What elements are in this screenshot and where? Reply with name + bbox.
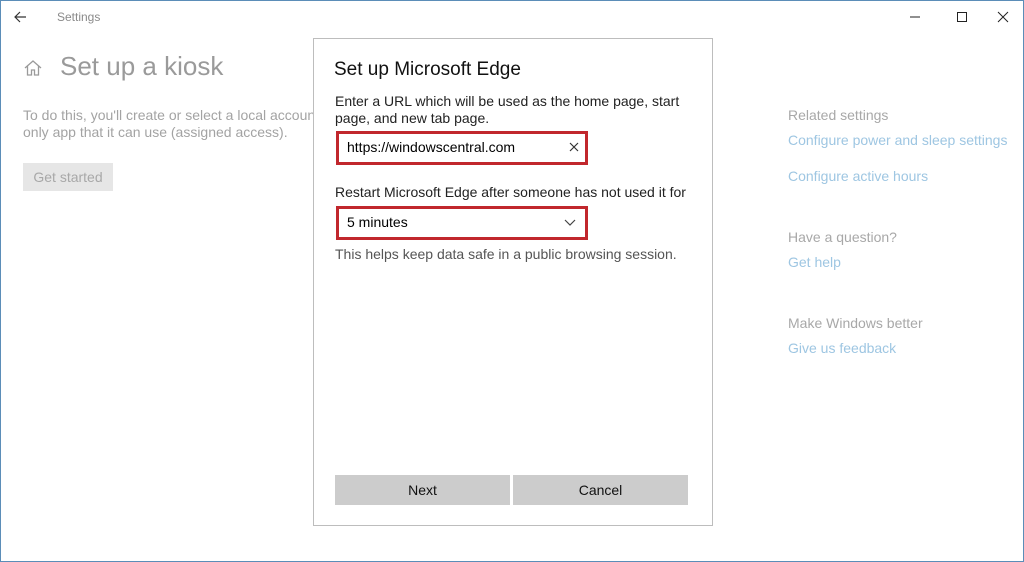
url-field-box	[336, 131, 588, 165]
get-started-button[interactable]: Get started	[23, 163, 113, 191]
back-arrow-icon	[14, 11, 26, 23]
home-icon[interactable]	[23, 59, 43, 77]
restart-time-select[interactable]: 5 minutes	[336, 206, 588, 240]
back-button[interactable]	[9, 7, 37, 27]
minimize-button[interactable]	[895, 5, 935, 29]
close-icon	[997, 11, 1009, 23]
maximize-icon	[957, 12, 967, 22]
settings-window: Settings Set up a kiosk To do this, you'…	[0, 0, 1024, 562]
next-button[interactable]: Next	[335, 475, 510, 505]
title-bar: Settings	[1, 1, 1023, 33]
power-sleep-link[interactable]: Configure power and sleep settings	[788, 132, 1007, 148]
related-settings-heading: Related settings	[788, 107, 889, 123]
restart-label: Restart Microsoft Edge after someone has…	[335, 184, 686, 200]
clear-icon[interactable]	[567, 140, 581, 154]
helper-text: This helps keep data safe in a public br…	[335, 246, 677, 262]
page-description: To do this, you'll create or select a lo…	[23, 107, 313, 141]
get-help-link[interactable]: Get help	[788, 254, 841, 270]
maximize-button[interactable]	[942, 5, 982, 29]
question-heading: Have a question?	[788, 229, 897, 245]
make-windows-better-heading: Make Windows better	[788, 315, 923, 331]
active-hours-link[interactable]: Configure active hours	[788, 168, 928, 184]
url-prompt: Enter a URL which will be used as the ho…	[335, 93, 680, 126]
cancel-button[interactable]: Cancel	[513, 475, 688, 505]
description-line: only app that it can use (assigned acces…	[23, 124, 288, 140]
edge-setup-dialog: Set up Microsoft Edge Enter a URL which …	[313, 38, 713, 526]
url-input[interactable]	[341, 136, 565, 158]
page-title: Set up a kiosk	[60, 51, 224, 81]
chevron-down-icon	[564, 219, 576, 226]
description-line: To do this, you'll create or select a lo…	[23, 107, 313, 123]
dialog-title: Set up Microsoft Edge	[334, 59, 521, 80]
app-title: Settings	[57, 10, 101, 24]
minimize-icon	[910, 16, 920, 18]
give-feedback-link[interactable]: Give us feedback	[788, 340, 896, 356]
restart-time-value: 5 minutes	[347, 214, 408, 230]
close-window-button[interactable]	[983, 5, 1023, 29]
